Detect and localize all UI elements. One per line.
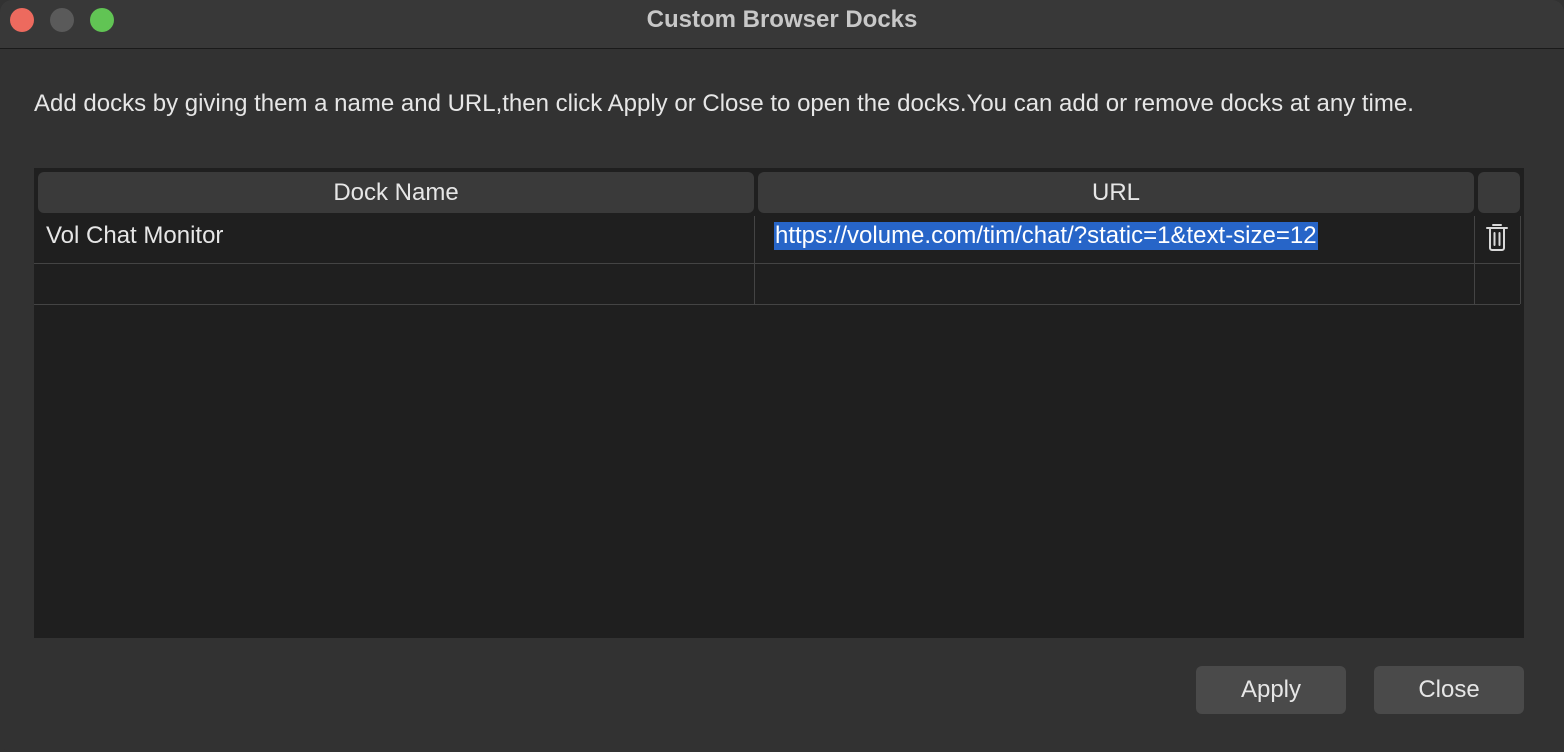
instructions-text: Add docks by giving them a name and URL,… — [34, 90, 1414, 117]
column-header-url[interactable]: URL — [758, 172, 1474, 213]
dock-url-cell[interactable] — [754, 257, 1475, 304]
delete-dock-cell — [1474, 216, 1521, 263]
apply-button[interactable]: Apply — [1196, 666, 1346, 714]
docks-table: Dock Name URL Vol Chat Monitor https://v… — [34, 168, 1524, 638]
table-row[interactable] — [34, 257, 1521, 305]
column-header-dock-name[interactable]: Dock Name — [38, 172, 754, 213]
trash-icon[interactable] — [1484, 222, 1510, 252]
custom-browser-docks-window: Custom Browser Docks Add docks by giving… — [0, 0, 1564, 752]
dock-url-text-selected[interactable]: https://volume.com/tim/chat/?static=1&te… — [774, 222, 1318, 250]
dock-name-cell[interactable]: Vol Chat Monitor — [34, 216, 755, 263]
close-button[interactable]: Close — [1374, 666, 1524, 714]
dock-url-cell[interactable]: https://volume.com/tim/chat/?static=1&te… — [754, 216, 1475, 263]
dock-name-text: Vol Chat Monitor — [46, 222, 224, 249]
title-bar: Custom Browser Docks — [0, 0, 1564, 49]
delete-dock-cell — [1474, 257, 1521, 304]
dock-name-cell[interactable] — [34, 257, 755, 304]
column-header-actions — [1478, 172, 1520, 213]
window-title: Custom Browser Docks — [646, 6, 918, 33]
